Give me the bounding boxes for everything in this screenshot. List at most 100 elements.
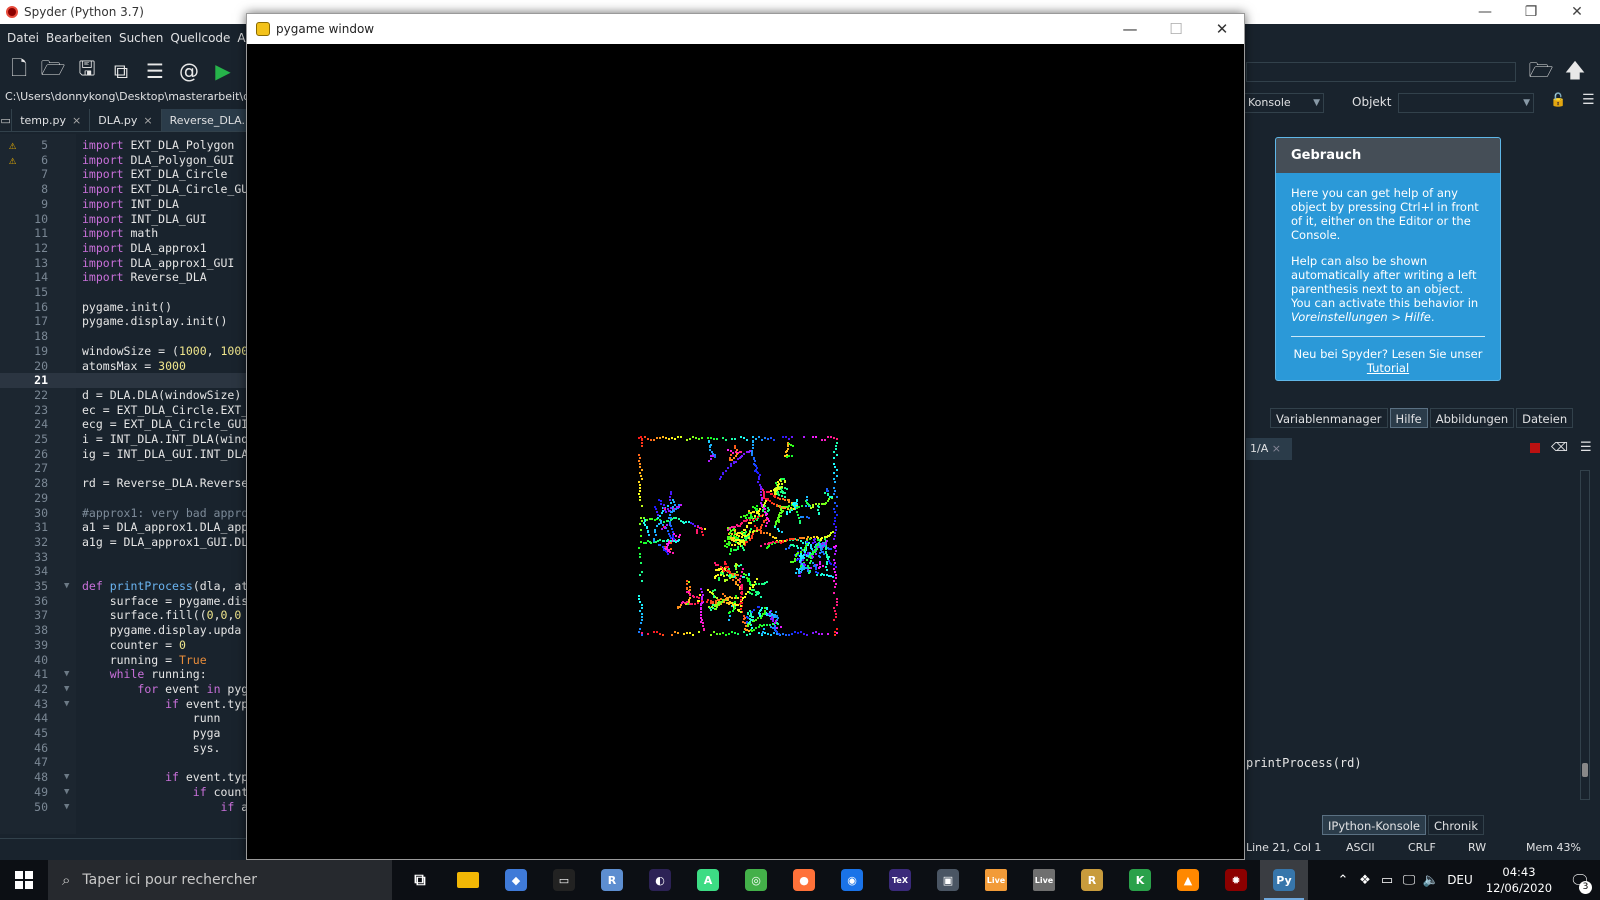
clock[interactable]: 04:43 12/06/2020 xyxy=(1478,864,1560,896)
code-line[interactable]: 7 import EXT_DLA_Circle xyxy=(0,167,260,182)
code-line[interactable]: 29 xyxy=(0,491,260,506)
pygame-maximize-button[interactable]: ☐ xyxy=(1153,14,1199,44)
menu-quellcode[interactable]: Quellcode xyxy=(170,31,230,45)
menu-bearbeiten[interactable]: Bearbeiten xyxy=(46,31,112,45)
network-icon[interactable]: 🖵 xyxy=(1398,873,1420,888)
code-line[interactable]: 10 import INT_DLA_GUI xyxy=(0,212,260,227)
stop-icon[interactable] xyxy=(1530,443,1540,453)
code-line[interactable]: 17 pygame.display.init() xyxy=(0,314,260,329)
code-line[interactable]: 12 import DLA_approx1 xyxy=(0,241,260,256)
code-line[interactable]: 23 ec = EXT_DLA_Circle.EXT_ xyxy=(0,403,260,418)
taskbar-app[interactable]: Live xyxy=(972,860,1020,900)
menu-datei[interactable]: Datei xyxy=(7,31,39,45)
code-line[interactable]: 39 counter = 0 xyxy=(0,638,260,653)
close-tab-icon[interactable]: × xyxy=(1272,442,1281,455)
code-line[interactable]: 31 a1 = DLA_approx1.DLA_app xyxy=(0,520,260,535)
lock-icon[interactable]: 🔓 xyxy=(1550,93,1566,108)
fold-arrow-icon[interactable]: ▼ xyxy=(64,579,69,594)
pygame-window[interactable]: pygame window — ☐ ✕ xyxy=(246,13,1245,860)
taskbar-app[interactable]: ◉ xyxy=(828,860,876,900)
code-line[interactable]: 35 ▼ def printProcess(dla, at xyxy=(0,579,260,594)
start-button[interactable] xyxy=(0,860,48,900)
code-editor[interactable]: ⚠ 5 import EXT_DLA_Polygon ⚠ 6 import DLA_Pol… xyxy=(0,134,260,834)
code-line[interactable]: 48 ▼ if event.typ xyxy=(0,770,260,785)
taskbar-app[interactable]: ◆ xyxy=(492,860,540,900)
dropbox-icon[interactable]: ❖ xyxy=(1354,873,1376,888)
object-combo[interactable]: ▼ xyxy=(1398,93,1534,113)
taskbar-app[interactable]: TeX xyxy=(876,860,924,900)
taskbar-app[interactable] xyxy=(444,860,492,900)
fold-arrow-icon[interactable]: ▼ xyxy=(64,800,69,815)
taskbar-app[interactable]: Live xyxy=(1020,860,1068,900)
taskbar-app[interactable]: R xyxy=(1068,860,1116,900)
code-line[interactable]: 13 import DLA_approx1_GUI xyxy=(0,256,260,271)
taskbar-app[interactable]: ● xyxy=(780,860,828,900)
code-line[interactable]: 32 a1g = DLA_approx1_GUI.DL xyxy=(0,535,260,550)
fold-arrow-icon[interactable]: ▼ xyxy=(64,770,69,785)
code-line[interactable]: 9 import INT_DLA xyxy=(0,197,260,212)
close-tab-icon[interactable]: × xyxy=(143,114,152,127)
options-menu-icon[interactable]: ☰ xyxy=(1582,92,1595,108)
chevron-up-icon[interactable]: ⌃ xyxy=(1332,873,1354,888)
save-all-icon[interactable]: ⧉ xyxy=(108,58,134,84)
open-folder-icon[interactable]: 🗁 xyxy=(40,56,66,84)
code-line[interactable]: 37 surface.fill((0,0,0 xyxy=(0,608,260,623)
code-line[interactable]: 41 ▼ while running: xyxy=(0,667,260,682)
code-line[interactable]: 14 import Reverse_DLA xyxy=(0,270,260,285)
close-button[interactable]: ✕ xyxy=(1554,0,1600,24)
pygame-close-button[interactable]: ✕ xyxy=(1199,14,1245,44)
minimize-button[interactable]: — xyxy=(1462,0,1508,24)
taskbar-app[interactable]: ✹ xyxy=(1212,860,1260,900)
list-icon[interactable]: ☰ xyxy=(142,58,168,84)
save-icon[interactable]: 🖫 xyxy=(74,56,100,84)
code-line[interactable]: 45 pyga xyxy=(0,726,260,741)
taskbar-app[interactable]: ▭ xyxy=(540,860,588,900)
taskbar-app[interactable]: ▣ xyxy=(924,860,972,900)
console-tab[interactable]: 1/A × xyxy=(1246,438,1292,460)
code-line[interactable]: 25 i = INT_DLA.INT_DLA(wind xyxy=(0,432,260,447)
tab-temp-py[interactable]: temp.py × xyxy=(11,109,89,131)
warning-icon[interactable]: ⚠ xyxy=(9,138,16,153)
battery-icon[interactable]: ▭ xyxy=(1376,873,1398,888)
taskbar-search[interactable]: ⌕ Taper ici pour rechercher xyxy=(48,860,392,900)
taskbar-app[interactable]: K xyxy=(1116,860,1164,900)
code-line[interactable]: 21 xyxy=(0,373,260,389)
tab-hilfe[interactable]: Hilfe xyxy=(1389,408,1428,428)
code-line[interactable]: 47 xyxy=(0,755,260,770)
eraser-icon[interactable]: ⌫ xyxy=(1551,440,1568,454)
tab-variablenmanager[interactable]: Variablenmanager xyxy=(1270,408,1388,428)
notification-center-icon[interactable]: 🗨 3 xyxy=(1560,860,1600,900)
working-dir-combo[interactable] xyxy=(1246,62,1516,82)
at-icon[interactable]: @ xyxy=(176,58,202,84)
taskbar-app[interactable]: ◐ xyxy=(636,860,684,900)
code-line[interactable]: 38 pygame.display.upda xyxy=(0,623,260,638)
code-line[interactable]: 40 running = True xyxy=(0,653,260,668)
tab-ipython-konsole[interactable]: IPython-Konsole xyxy=(1322,815,1426,835)
code-line[interactable]: 50 ▼ if a xyxy=(0,800,260,815)
taskbar-app[interactable]: A xyxy=(684,860,732,900)
console-menu-icon[interactable]: ☰ xyxy=(1580,440,1592,455)
code-line[interactable]: 43 ▼ if event.typ xyxy=(0,697,260,712)
code-line[interactable]: 36 surface = pygame.dis xyxy=(0,594,260,609)
source-combo[interactable]: Konsole ▼ xyxy=(1244,93,1324,113)
code-line[interactable]: 22 d = DLA.DLA(windowSize) xyxy=(0,388,260,403)
tutorial-link[interactable]: Tutorial xyxy=(1367,361,1409,375)
taskbar-app[interactable]: ▲ xyxy=(1164,860,1212,900)
tab-abbildungen[interactable]: Abbildungen xyxy=(1429,408,1515,428)
taskbar-app[interactable]: R xyxy=(588,860,636,900)
code-line[interactable]: 18 xyxy=(0,329,260,344)
run-icon[interactable]: ▶ xyxy=(210,58,236,84)
code-line[interactable]: 30 #approx1: very bad appro xyxy=(0,506,260,521)
maximize-button[interactable]: ❐ xyxy=(1508,0,1554,24)
fold-arrow-icon[interactable]: ▼ xyxy=(64,667,69,682)
fold-arrow-icon[interactable]: ▼ xyxy=(64,697,69,712)
code-line[interactable]: 8 import EXT_DLA_Circle_GU xyxy=(0,182,260,197)
taskbar-app[interactable]: ⧉ xyxy=(396,860,444,900)
code-line[interactable]: 16 pygame.init() xyxy=(0,300,260,315)
code-line[interactable]: 34 xyxy=(0,564,260,579)
new-file-icon[interactable]: 🗋 xyxy=(6,56,32,84)
tab-chronik[interactable]: Chronik xyxy=(1428,815,1484,835)
code-line[interactable]: 15 xyxy=(0,285,260,300)
pygame-minimize-button[interactable]: — xyxy=(1107,14,1153,44)
code-line[interactable]: ⚠ 6 import DLA_Polygon_GUI xyxy=(0,153,260,168)
